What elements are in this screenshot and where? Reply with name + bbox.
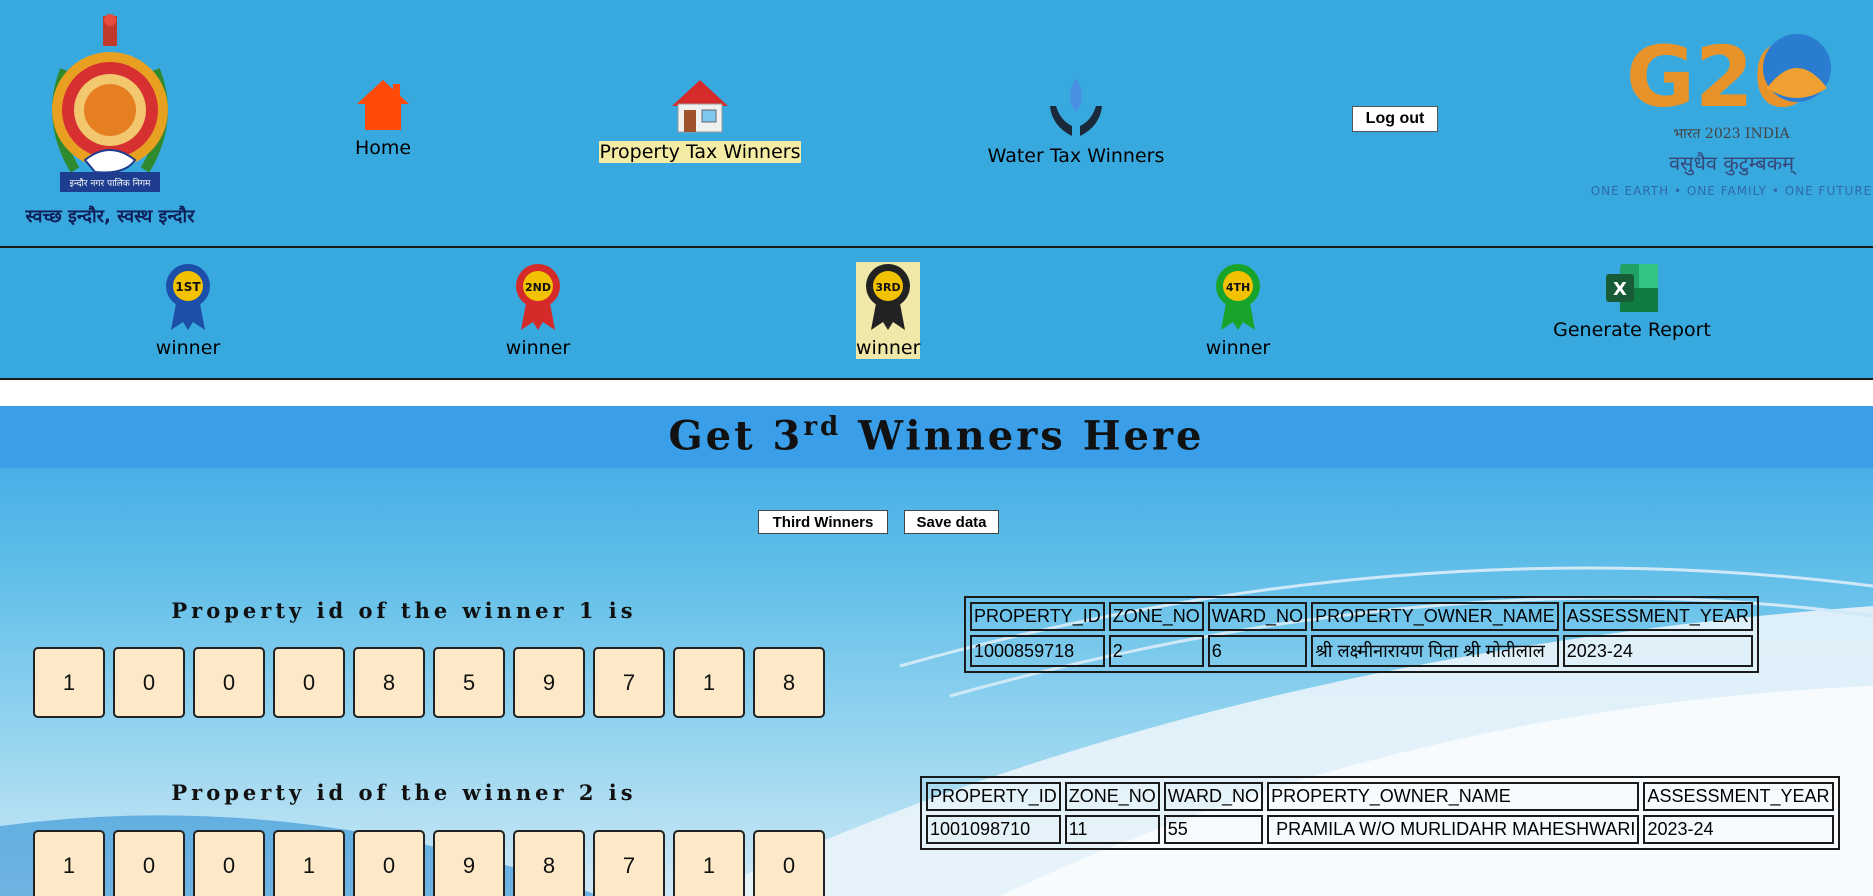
winner-nav-bar: 1ST winner 2ND winner 3RD winner 4TH win…	[0, 248, 1873, 380]
page-title: Get 3rd Winners Here	[668, 412, 1205, 460]
third-winner-label: winner	[856, 337, 921, 359]
winner-2-heading: Property id of the winner 2 is	[171, 780, 637, 805]
main-content: Get 3rd Winners Here Third Winners Save …	[0, 406, 1873, 896]
logout-button[interactable]: Log out	[1352, 106, 1438, 132]
cell-owner-name: PRAMILA W/O MURLIDAHR MAHESHWARI	[1267, 815, 1640, 844]
digit-box: 8	[353, 647, 425, 718]
digit-box: 8	[513, 830, 585, 896]
col-property-id: PROPERTY_ID	[926, 782, 1061, 811]
digit-box: 9	[513, 647, 585, 718]
nav-water-tax-winners[interactable]: Water Tax Winners	[986, 76, 1166, 167]
digit-box: 0	[353, 830, 425, 896]
generate-report-link[interactable]: X Generate Report	[1552, 262, 1712, 341]
g20-logo: G20 भारत 2023 INDIA वसुधैव कुटुम्बकम् ON…	[1590, 28, 1873, 198]
col-zone-no: ZONE_NO	[1108, 602, 1204, 631]
digit-box: 0	[193, 830, 265, 896]
digit-box: 7	[593, 830, 665, 896]
cell-assessment-year: 2023-24	[1643, 815, 1834, 844]
digit-box: 1	[673, 830, 745, 896]
divider-gap	[0, 380, 1873, 406]
digit-box: 0	[273, 647, 345, 718]
digit-box: 7	[593, 647, 665, 718]
col-ward-no: WARD_NO	[1207, 602, 1308, 631]
cell-assessment-year: 2023-24	[1562, 635, 1753, 667]
digit-box: 1	[33, 830, 105, 896]
home-icon	[357, 80, 409, 130]
digit-box: 0	[113, 830, 185, 896]
g20-india-line: भारत 2023 INDIA	[1673, 126, 1790, 142]
second-winner-label: winner	[505, 337, 571, 359]
second-rosette-icon: 2ND	[516, 264, 560, 330]
digit-box: 5	[433, 647, 505, 718]
winner-2-digits: 1 0 0 1 0 9 8 7 1 0	[33, 830, 825, 896]
nav-property-tax-label: Property Tax Winners	[598, 141, 802, 163]
third-winners-button[interactable]: Third Winners	[758, 510, 888, 534]
nav-water-tax-label: Water Tax Winners	[987, 145, 1165, 167]
winner-2-table: PROPERTY_ID ZONE_NO WARD_NO PROPERTY_OWN…	[920, 776, 1840, 850]
first-rosette-icon: 1ST	[166, 264, 210, 330]
water-drop-hands-icon	[1050, 78, 1102, 136]
cell-ward-no: 55	[1163, 815, 1264, 844]
col-assessment-year: ASSESSMENT_YEAR	[1643, 782, 1834, 811]
generate-report-label: Generate Report	[1553, 319, 1711, 341]
table-row: 1001098710 11 55 PRAMILA W/O MURLIDAHR M…	[926, 815, 1834, 844]
winner-1-table: PROPERTY_ID ZONE_NO WARD_NO PROPERTY_OWN…	[964, 596, 1759, 673]
table-header-row: PROPERTY_ID ZONE_NO WARD_NO PROPERTY_OWN…	[926, 782, 1834, 811]
cell-zone-no: 11	[1064, 815, 1160, 844]
cell-property-id: 1001098710	[926, 815, 1061, 844]
digit-box: 9	[433, 830, 505, 896]
table-header-row: PROPERTY_ID ZONE_NO WARD_NO PROPERTY_OWN…	[970, 602, 1753, 631]
cell-owner-name: श्री लक्ष्मीनारायण पिता श्री मोतीलाल	[1311, 635, 1559, 667]
digit-box: 0	[113, 647, 185, 718]
cell-property-id: 1000859718	[970, 635, 1105, 667]
first-winner-label: winner	[155, 337, 221, 359]
fourth-badge-text: 4TH	[1226, 281, 1250, 294]
nav-property-tax-winners[interactable]: Property Tax Winners	[598, 76, 802, 163]
nav-home[interactable]: Home	[350, 78, 416, 159]
digit-box: 8	[753, 647, 825, 718]
cell-zone-no: 2	[1108, 635, 1204, 667]
table-row: 1000859718 2 6 श्री लक्ष्मीनारायण पिता श…	[970, 635, 1753, 667]
third-winner-link[interactable]: 3RD winner	[856, 262, 920, 359]
col-owner-name: PROPERTY_OWNER_NAME	[1311, 602, 1559, 631]
third-rosette-icon: 3RD	[866, 264, 910, 330]
fourth-winner-label: winner	[1205, 337, 1271, 359]
first-winner-link[interactable]: 1ST winner	[152, 262, 224, 359]
house-icon	[672, 80, 728, 133]
winner-1-heading: Property id of the winner 1 is	[171, 598, 637, 623]
excel-icon-letter: X	[1613, 279, 1627, 300]
col-owner-name: PROPERTY_OWNER_NAME	[1267, 782, 1640, 811]
first-badge-text: 1ST	[175, 280, 201, 294]
imc-logo: इन्दौर नगर पालिक निगम स्वच्छ इन्दौर, स्व…	[10, 10, 210, 228]
third-badge-text: 3RD	[875, 281, 900, 294]
digit-box: 0	[753, 830, 825, 896]
col-assessment-year: ASSESSMENT_YEAR	[1562, 602, 1753, 631]
site-header: इन्दौर नगर पालिक निगम स्वच्छ इन्दौर, स्व…	[0, 0, 1873, 248]
cell-ward-no: 6	[1207, 635, 1308, 667]
digit-box: 1	[33, 647, 105, 718]
org-logo-text: इन्दौर नगर पालिक निगम	[70, 177, 151, 189]
winner-1-digits: 1 0 0 0 8 5 9 7 1 8	[33, 647, 825, 718]
g20-motto: वसुधैव कुटुम्बकम्	[1668, 151, 1795, 175]
nav-home-label: Home	[354, 137, 412, 159]
digit-box: 1	[673, 647, 745, 718]
excel-icon: X	[1606, 264, 1658, 312]
second-badge-text: 2ND	[525, 281, 551, 294]
col-property-id: PROPERTY_ID	[970, 602, 1105, 631]
digit-box: 0	[193, 647, 265, 718]
g20-subtitle: ONE EARTH • ONE FAMILY • ONE FUTURE	[1590, 184, 1873, 198]
second-winner-link[interactable]: 2ND winner	[502, 262, 574, 359]
col-ward-no: WARD_NO	[1163, 782, 1264, 811]
fourth-rosette-icon: 4TH	[1216, 264, 1260, 330]
col-zone-no: ZONE_NO	[1064, 782, 1160, 811]
digit-box: 1	[273, 830, 345, 896]
fourth-winner-link[interactable]: 4TH winner	[1202, 262, 1274, 359]
save-data-button[interactable]: Save data	[904, 510, 999, 534]
tagline: स्वच्छ इन्दौर, स्वस्थ इन्दौर	[25, 206, 195, 227]
